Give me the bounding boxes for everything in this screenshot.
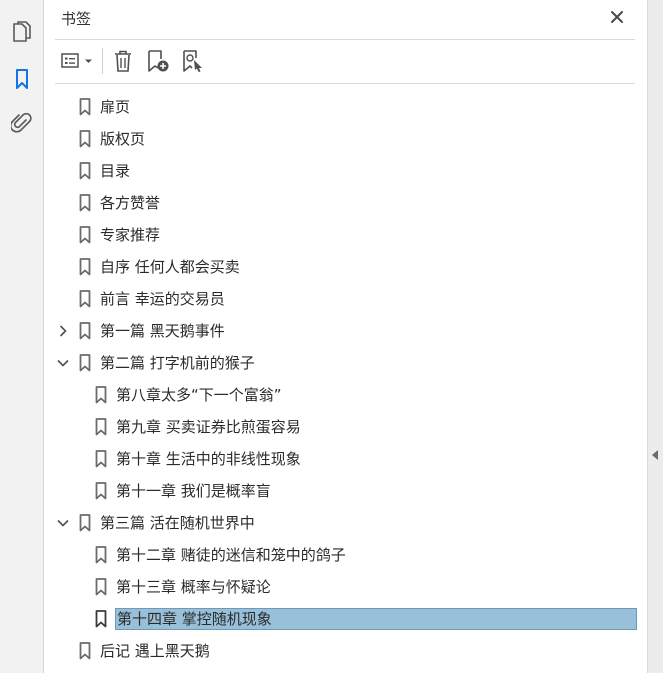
bookmark-item[interactable]: 专家推荐 bbox=[44, 219, 647, 251]
delete-bookmark-icon[interactable] bbox=[110, 46, 136, 76]
bookmark-label: 第二篇 打字机前的猴子 bbox=[100, 354, 255, 372]
bookmark-item[interactable]: 第十一章 我们是概率盲 bbox=[44, 475, 647, 507]
bookmark-label: 第十二章 赌徒的迷信和笼中的鸽子 bbox=[116, 546, 346, 564]
bookmark-item[interactable]: 后记 遇上黑天鹅 bbox=[44, 635, 647, 667]
panel-collapse-strip[interactable] bbox=[647, 0, 663, 673]
bookmark-label: 目录 bbox=[100, 162, 131, 180]
bookmark-icon[interactable] bbox=[6, 63, 38, 95]
bookmark-item[interactable]: 前言 幸运的交易员 bbox=[44, 283, 647, 315]
bookmark-item[interactable]: 第十四章 掌控随机现象 bbox=[44, 603, 647, 635]
bookmark-icon bbox=[95, 450, 107, 468]
bookmark-item[interactable]: 第十二章 赌徒的迷信和笼中的鸽子 bbox=[44, 539, 647, 571]
bookmark-icon bbox=[79, 130, 91, 148]
toolbar-separator bbox=[102, 48, 103, 74]
new-bookmark-icon[interactable] bbox=[144, 46, 172, 76]
bookmark-label: 各方赞誉 bbox=[100, 194, 161, 212]
bookmark-label: 版权页 bbox=[100, 130, 146, 148]
bookmark-icon bbox=[79, 226, 91, 244]
bookmark-label: 第十一章 我们是概率盲 bbox=[116, 482, 271, 500]
bookmark-icon bbox=[95, 610, 107, 628]
bookmark-label: 第十四章 掌控随机现象 bbox=[115, 608, 637, 630]
bookmark-icon bbox=[95, 418, 107, 436]
bookmark-label: 前言 幸运的交易员 bbox=[100, 290, 225, 308]
bookmark-icon bbox=[79, 194, 91, 212]
close-icon[interactable] bbox=[608, 8, 626, 26]
bookmark-icon bbox=[95, 578, 107, 596]
bookmark-label: 扉页 bbox=[100, 98, 131, 116]
bookmark-icon bbox=[95, 482, 107, 500]
options-menu-icon[interactable] bbox=[59, 46, 97, 76]
bookmark-icon bbox=[79, 322, 91, 340]
bookmark-icon bbox=[79, 514, 91, 532]
bookmark-label: 第一篇 黑天鹅事件 bbox=[100, 322, 225, 340]
bookmark-label: 第十章 生活中的非线性现象 bbox=[116, 450, 301, 468]
bookmark-item[interactable]: 第三篇 活在随机世界中 bbox=[44, 507, 647, 539]
bookmark-item[interactable]: 第二篇 打字机前的猴子 bbox=[44, 347, 647, 379]
bookmark-item[interactable]: 第十章 生活中的非线性现象 bbox=[44, 443, 647, 475]
bookmark-label: 第十三章 概率与怀疑论 bbox=[116, 578, 271, 596]
attachment-icon[interactable] bbox=[6, 108, 38, 140]
left-navigation-rail bbox=[0, 0, 44, 673]
bookmark-item[interactable]: 第十三章 概率与怀疑论 bbox=[44, 571, 647, 603]
bookmark-label: 后记 遇上黑天鹅 bbox=[100, 642, 210, 660]
chevron-down-icon[interactable] bbox=[56, 516, 70, 530]
chevron-right-icon[interactable] bbox=[56, 324, 70, 338]
bookmark-item[interactable]: 第一篇 黑天鹅事件 bbox=[44, 315, 647, 347]
bookmark-label: 专家推荐 bbox=[100, 226, 161, 244]
collapse-arrow-icon[interactable] bbox=[652, 450, 658, 460]
bookmark-item[interactable]: 各方赞誉 bbox=[44, 187, 647, 219]
bookmark-label: 第三篇 活在随机世界中 bbox=[100, 514, 255, 532]
bookmark-item[interactable]: 第九章 买卖证券比煎蛋容易 bbox=[44, 411, 647, 443]
bookmark-icon bbox=[79, 354, 91, 372]
bookmark-icon bbox=[79, 162, 91, 180]
bookmark-icon bbox=[79, 290, 91, 308]
panel-title: 书签 bbox=[61, 10, 92, 28]
bookmark-icon bbox=[95, 386, 107, 404]
bookmark-label: 自序 任何人都会买卖 bbox=[100, 258, 240, 276]
bookmark-item[interactable]: 目录 bbox=[44, 155, 647, 187]
chevron-down-icon[interactable] bbox=[56, 356, 70, 370]
toolbar-divider bbox=[55, 83, 635, 84]
pages-icon[interactable] bbox=[6, 16, 38, 48]
header-divider bbox=[55, 39, 635, 40]
bookmark-label: 第八章太多“下一个富翁” bbox=[116, 386, 282, 404]
bookmark-item[interactable]: 自序 任何人都会买卖 bbox=[44, 251, 647, 283]
bookmark-icon bbox=[79, 258, 91, 276]
bookmark-label: 第九章 买卖证券比煎蛋容易 bbox=[116, 418, 301, 436]
bookmark-icon bbox=[95, 546, 107, 564]
bookmark-item[interactable]: 第八章太多“下一个富翁” bbox=[44, 379, 647, 411]
bookmark-item[interactable]: 扉页 bbox=[44, 91, 647, 123]
bookmark-item[interactable]: 版权页 bbox=[44, 123, 647, 155]
bookmark-icon bbox=[79, 98, 91, 116]
bookmark-icon bbox=[79, 642, 91, 660]
expand-bookmark-icon[interactable] bbox=[179, 46, 207, 76]
bookmarks-panel: 书签 扉页 版权页 目录 各方赞誉 专家推荐 自序 任何人都会买卖 前言 幸运的… bbox=[44, 0, 647, 673]
